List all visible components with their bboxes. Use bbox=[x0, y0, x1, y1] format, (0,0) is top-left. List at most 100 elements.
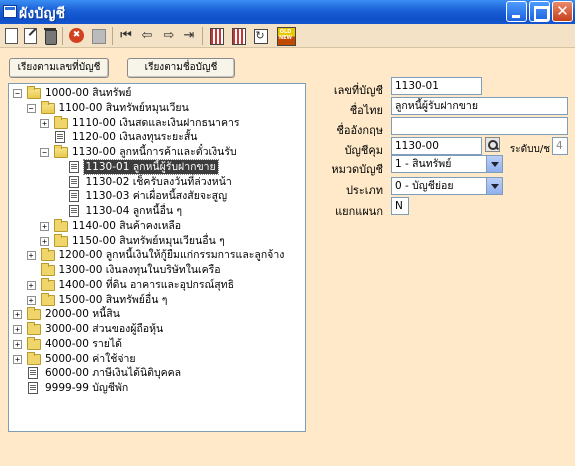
folder-icon bbox=[40, 263, 55, 276]
first-record-icon[interactable]: ⏮ bbox=[117, 26, 135, 45]
type-label: ประเภท bbox=[345, 184, 383, 197]
tree-item[interactable]: +1500-00 สินทรัพย์อื่น ๆ bbox=[9, 292, 305, 307]
tree-item-label: 1300-00 เงินลงทุนในบริษัทในเครือ bbox=[58, 264, 221, 276]
chevron-down-icon[interactable] bbox=[486, 178, 502, 194]
level-field: 4 bbox=[552, 137, 568, 155]
english-name-label: ชื่ออังกฤษ bbox=[336, 124, 383, 137]
tree-item-label: 3000-00 ส่วนของผู้ถือหุ้น bbox=[45, 323, 164, 335]
tree-item[interactable]: +5000-00 ค่าใช้จ่าย bbox=[9, 351, 305, 366]
expand-icon[interactable]: + bbox=[26, 280, 36, 290]
expand-icon[interactable]: + bbox=[26, 295, 36, 305]
old-new-icon[interactable]: OLD NEW bbox=[276, 26, 296, 46]
folder-icon bbox=[54, 115, 68, 129]
folder-open-icon bbox=[27, 86, 41, 99]
tree-item-label: 1130-03 ค่าเผื่อหนี้สงสัยจะสูญ bbox=[85, 190, 228, 203]
tree-item-label: 1000-00 สินทรัพย์ bbox=[45, 87, 132, 99]
expand-icon[interactable]: + bbox=[13, 354, 22, 364]
tree-item[interactable]: 1130-02 เช็ครับลงวันที่ล่วงหน้า bbox=[9, 175, 305, 189]
toolbar-separator bbox=[62, 27, 63, 45]
tree-item[interactable]: +3000-00 ส่วนของผู้ถือหุ้น bbox=[9, 322, 305, 336]
tree-item-label: 1130-01 ลูกหนี้ผู้รับฝากขาย bbox=[82, 158, 219, 175]
collapse-icon[interactable]: − bbox=[40, 148, 49, 157]
folder-open-icon bbox=[54, 145, 68, 158]
account-tree[interactable]: −1000-00 สินทรัพย์ −1100-00 สินทรัพย์หมุน… bbox=[8, 83, 306, 432]
expand-icon[interactable]: + bbox=[13, 339, 22, 349]
tree-item[interactable]: − 1100-00 สินทรัพย์หมุนเวียน bbox=[9, 100, 305, 115]
tree-item[interactable]: 1130-01 ลูกหนี้ผู้รับฝากขาย bbox=[9, 158, 305, 175]
close-icon: ✕ bbox=[556, 2, 569, 20]
category-select[interactable]: 1 - สินทรัพย์ bbox=[391, 155, 503, 173]
tree-item-label: 1110-00 เงินสดและเงินฝากธนาคาร bbox=[72, 116, 240, 129]
tree-item[interactable]: +1400-00 ที่ดิน อาคารและอุปกรณ์สุทธิ bbox=[9, 277, 305, 292]
thai-name-label: ชื่อไทย bbox=[349, 104, 383, 117]
by-department-field[interactable]: N bbox=[391, 197, 409, 215]
toolbar-separator bbox=[112, 27, 113, 45]
cancel-icon[interactable] bbox=[67, 26, 85, 45]
document-icon bbox=[28, 382, 38, 394]
sort-by-number-button[interactable]: เรียงตามเลขที่บัญชี bbox=[9, 58, 109, 78]
tree-item[interactable]: +1140-00 สินค้าคงเหลือ bbox=[9, 218, 305, 233]
parent-account-field[interactable]: 1130-00 bbox=[391, 137, 482, 155]
expand-icon[interactable]: + bbox=[26, 251, 36, 261]
sort-by-name-button[interactable]: เรียงตามชื่อบัญชี bbox=[127, 58, 235, 78]
type-value: 0 - บัญชีย่อย bbox=[395, 180, 454, 192]
account-no-field[interactable]: 1130-01 bbox=[391, 77, 482, 95]
tree-item[interactable]: +2000-00 หนี้สิน bbox=[9, 307, 305, 321]
minimize-button[interactable] bbox=[506, 1, 527, 22]
tree-item-label: 4000-00 รายได้ bbox=[45, 337, 122, 350]
save-icon[interactable] bbox=[89, 26, 107, 45]
edit-icon[interactable] bbox=[21, 26, 39, 45]
maximize-button[interactable] bbox=[529, 1, 550, 22]
expand-icon[interactable]: + bbox=[13, 325, 22, 334]
expand-icon[interactable]: + bbox=[40, 221, 49, 231]
columns-alt-icon[interactable] bbox=[229, 26, 247, 45]
columns-icon[interactable] bbox=[207, 26, 225, 45]
document-icon bbox=[68, 190, 79, 203]
folder-open-icon bbox=[40, 100, 55, 114]
title-bar: ผังบัญชี ✕ bbox=[0, 0, 575, 24]
tree-item[interactable]: 1130-03 ค่าเผื่อหนี้สงสัยจะสูญ bbox=[9, 189, 305, 203]
tree-item[interactable]: +1200-00 ลูกหนี้เงินให้กู้ยืมแก่กรรมการแ… bbox=[9, 248, 305, 262]
document-icon bbox=[68, 205, 79, 217]
expand-icon[interactable]: + bbox=[13, 310, 22, 320]
parent-account-label: บัญชีคุม bbox=[344, 144, 383, 157]
folder-icon bbox=[27, 351, 41, 365]
delete-icon[interactable] bbox=[41, 26, 59, 45]
previous-record-icon[interactable]: ⇦ bbox=[138, 26, 156, 45]
document-icon bbox=[28, 367, 38, 380]
close-button[interactable]: ✕ bbox=[552, 1, 573, 22]
folder-icon bbox=[40, 277, 55, 291]
new-document-icon[interactable] bbox=[2, 26, 20, 45]
tree-item[interactable]: 1120-00 เงินลงทุนระยะสั้น bbox=[9, 130, 305, 144]
tree-item-label: 1130-02 เช็ครับลงวันที่ล่วงหน้า bbox=[85, 175, 232, 188]
window-icon bbox=[3, 5, 17, 18]
tree-item[interactable]: 9999-99 บัญชีพัก bbox=[9, 381, 305, 395]
tree-item-label: 1100-00 สินทรัพย์หมุนเวียน bbox=[58, 101, 189, 114]
next-record-icon[interactable]: ⇨ bbox=[160, 26, 178, 45]
tree-item[interactable]: − 1130-00 ลูกหนี้การค้าและตั๋วเงินรับ bbox=[9, 145, 305, 159]
type-select[interactable]: 0 - บัญชีย่อย bbox=[391, 177, 503, 195]
refresh-icon[interactable] bbox=[251, 26, 269, 45]
tree-item[interactable]: +1110-00 เงินสดและเงินฝากธนาคาร bbox=[9, 115, 305, 130]
tree-item[interactable]: 1300-00 เงินลงทุนในบริษัทในเครือ bbox=[9, 263, 305, 277]
expand-icon[interactable]: + bbox=[40, 118, 49, 128]
tree-item-label: 1130-04 ลูกหนี้อื่น ๆ bbox=[85, 205, 183, 217]
chevron-down-icon[interactable] bbox=[486, 156, 502, 172]
category-value: 1 - สินทรัพย์ bbox=[395, 158, 452, 170]
collapse-icon[interactable]: − bbox=[13, 89, 22, 98]
tree-item[interactable]: 1130-04 ลูกหนี้อื่น ๆ bbox=[9, 204, 305, 218]
tree-item[interactable]: +4000-00 รายได้ bbox=[9, 336, 305, 351]
collapse-icon[interactable]: − bbox=[26, 103, 36, 113]
tree-item-label: 1200-00 ลูกหนี้เงินให้กู้ยืมแก่กรรมการแล… bbox=[58, 249, 285, 262]
category-label: หมวดบัญชี bbox=[331, 163, 383, 176]
english-name-field[interactable] bbox=[391, 117, 568, 135]
tree-item-label: 1500-00 สินทรัพย์อื่น ๆ bbox=[58, 293, 168, 306]
tree-item[interactable]: +1150-00 สินทรัพย์หมุนเวียนอื่น ๆ bbox=[9, 233, 305, 248]
folder-icon bbox=[27, 307, 41, 321]
tree-item[interactable]: − 1000-00 สินทรัพย์ bbox=[9, 86, 305, 100]
tree-item-label: 1400-00 ที่ดิน อาคารและอุปกรณ์สุทธิ bbox=[58, 278, 235, 291]
expand-icon[interactable]: + bbox=[40, 236, 49, 246]
tree-item[interactable]: 6000-00 ภาษีเงินได้นิติบุคคล bbox=[9, 366, 305, 380]
thai-name-field[interactable]: ลูกหนี้ผู้รับฝากขาย bbox=[391, 97, 568, 115]
last-record-icon[interactable]: ⇥ bbox=[180, 26, 198, 45]
